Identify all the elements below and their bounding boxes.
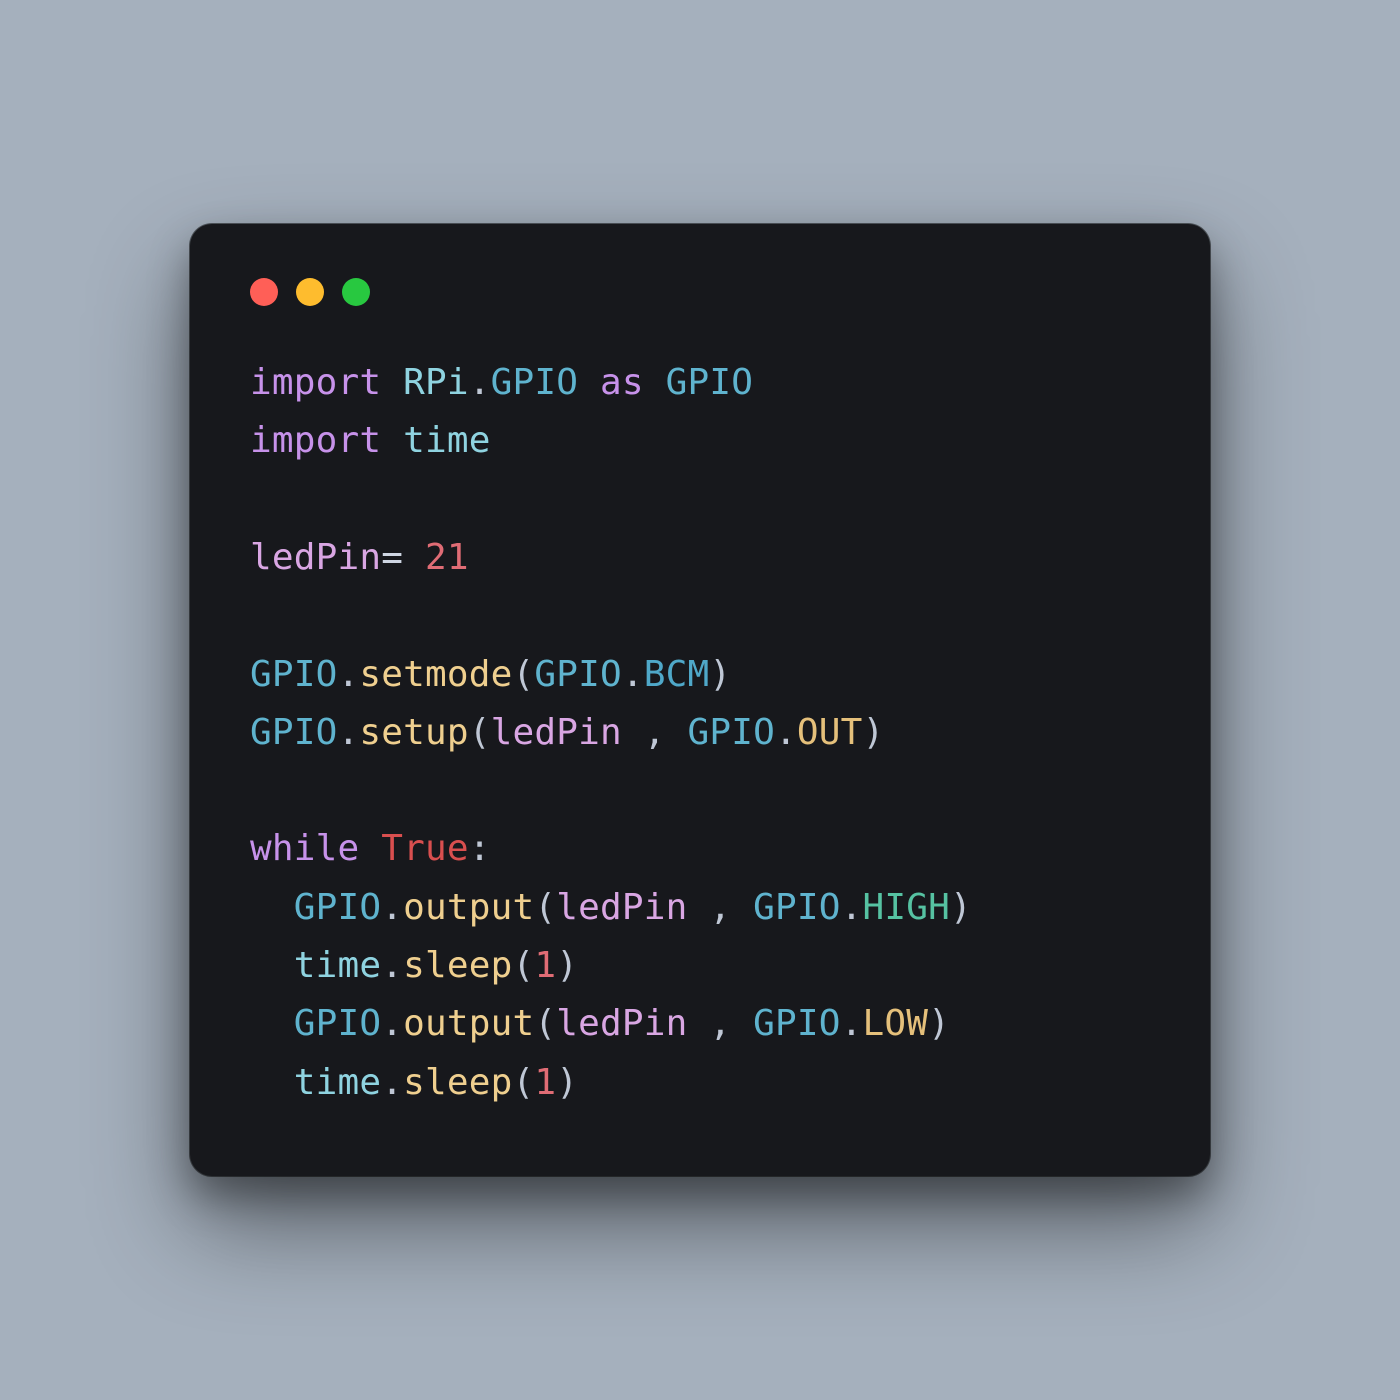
keyword-import: import [250,362,381,403]
lparen: ( [513,654,535,695]
var-ledpin: ledPin [556,1003,687,1044]
alias-gpio: GPIO [666,362,754,403]
const-bcm: BCM [644,654,710,695]
var-ledpin: ledPin [491,712,622,753]
fn-setmode: setmode [359,654,512,695]
lparen: ( [534,887,556,928]
fn-sleep: sleep [403,945,512,986]
dot: . [841,887,863,928]
rparen: ) [556,945,578,986]
dot: . [381,1062,403,1103]
rparen: ) [556,1062,578,1103]
const-out: OUT [797,712,863,753]
ref-gpio: GPIO [294,887,382,928]
dot: . [622,654,644,695]
keyword-import: import [250,420,381,461]
lparen: ( [534,1003,556,1044]
ref-gpio: GPIO [753,1003,841,1044]
code-block: import RPi.GPIO as GPIO import time ledP… [250,354,1150,1112]
dot: . [841,1003,863,1044]
fn-sleep: sleep [403,1062,512,1103]
const-high: HIGH [863,887,951,928]
fn-setup: setup [359,712,468,753]
dot: . [381,887,403,928]
dot: . [469,362,491,403]
colon: : [469,828,491,869]
rparen: ) [950,887,972,928]
num-1: 1 [534,945,556,986]
module-time: time [294,945,382,986]
var-ledpin: ledPin [250,537,381,578]
ref-gpio: GPIO [534,654,622,695]
dot: . [338,654,360,695]
module-rpi: RPi [403,362,469,403]
rparen: ) [863,712,885,753]
dot: . [381,1003,403,1044]
comma: , [622,712,688,753]
ref-gpio: GPIO [294,1003,382,1044]
titlebar [250,278,1150,306]
fn-output: output [403,887,534,928]
lparen: ( [469,712,491,753]
close-icon[interactable] [250,278,278,306]
keyword-while: while [250,828,359,869]
rparen: ) [709,654,731,695]
const-low: LOW [863,1003,929,1044]
var-ledpin: ledPin [556,887,687,928]
fn-output: output [403,1003,534,1044]
bool-true: True [381,828,469,869]
module-gpio: GPIO [491,362,579,403]
dot: . [338,712,360,753]
zoom-icon[interactable] [342,278,370,306]
dot: . [775,712,797,753]
rparen: ) [928,1003,950,1044]
minimize-icon[interactable] [296,278,324,306]
equals: = [381,537,403,578]
ref-gpio: GPIO [250,654,338,695]
lparen: ( [513,1062,535,1103]
comma: , [688,887,754,928]
num-1: 1 [534,1062,556,1103]
code-window: import RPi.GPIO as GPIO import time ledP… [190,224,1210,1176]
module-time: time [403,420,491,461]
ref-gpio: GPIO [688,712,776,753]
dot: . [381,945,403,986]
lparen: ( [513,945,535,986]
keyword-as: as [600,362,644,403]
comma: , [688,1003,754,1044]
module-time: time [294,1062,382,1103]
ref-gpio: GPIO [250,712,338,753]
ref-gpio: GPIO [753,887,841,928]
num-21: 21 [425,537,469,578]
